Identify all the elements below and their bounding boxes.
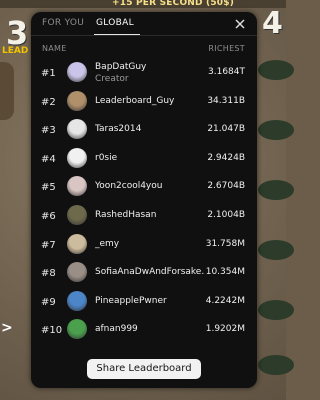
leaderboard-row[interactable]: #9 PineapplePwner 4.2242M bbox=[31, 289, 257, 317]
column-header-name: NAME bbox=[42, 44, 67, 53]
rank-label: #5 bbox=[41, 182, 56, 194]
leaderboard-tabs: FOR YOU GLOBAL bbox=[31, 12, 257, 36]
richest-value: 21.047B bbox=[207, 124, 245, 135]
rank-label: #10 bbox=[41, 325, 63, 337]
bush-shape bbox=[258, 300, 294, 320]
rank-label: #7 bbox=[41, 239, 56, 251]
leaderboard-sign-fragment: LEAD bbox=[2, 46, 29, 56]
username: Taras2014 bbox=[95, 124, 142, 135]
score-digit-right: 4 bbox=[262, 6, 283, 41]
username: RashedHasan bbox=[95, 210, 157, 220]
bush-shape bbox=[258, 240, 294, 260]
username: BapDatGuy bbox=[95, 62, 147, 72]
photo-avatar-icon bbox=[67, 262, 87, 283]
leaderboard-row[interactable]: #3 Taras2014 21.047B bbox=[31, 117, 257, 145]
tab-global[interactable]: GLOBAL bbox=[96, 18, 134, 28]
username: SofiaAnaDwAndForsake... bbox=[95, 267, 205, 278]
photo-avatar-icon bbox=[67, 319, 87, 340]
rank-label: #4 bbox=[41, 153, 56, 165]
richest-value: 3.1684T bbox=[208, 67, 245, 77]
bush-shape bbox=[258, 180, 294, 200]
rank-label: #3 bbox=[41, 125, 56, 137]
username: Leaderboard_Guy bbox=[95, 95, 175, 106]
close-icon[interactable] bbox=[233, 17, 247, 31]
tab-for-you[interactable]: FOR YOU bbox=[42, 18, 84, 28]
tree-trunk bbox=[0, 62, 14, 120]
leaderboard-modal: FOR YOU GLOBAL NAME RICHEST #1 BapDatGuy C… bbox=[31, 12, 257, 388]
leaderboard-row[interactable]: #2 Leaderboard_Guy 34.311B bbox=[31, 89, 257, 117]
richest-value: 2.1004B bbox=[207, 210, 245, 220]
user-role: Creator bbox=[95, 74, 129, 84]
rank-label: #9 bbox=[41, 296, 56, 308]
richest-value: 4.2242M bbox=[205, 295, 245, 306]
richest-value: 1.9202M bbox=[205, 324, 245, 335]
rank-label: #6 bbox=[41, 211, 56, 222]
leaderboard-row[interactable]: #5 Yoon2cool4you 2.6704B bbox=[31, 174, 257, 202]
rank-label: #1 bbox=[41, 68, 56, 79]
rank-label: #8 bbox=[41, 268, 56, 280]
bw-avatar-icon bbox=[67, 147, 87, 168]
mask-avatar-icon bbox=[67, 119, 87, 140]
richest-value: 10.354M bbox=[205, 267, 245, 278]
richest-value: 34.311B bbox=[207, 95, 245, 106]
swirl-avatar-icon bbox=[67, 62, 87, 82]
column-header-richest: RICHEST bbox=[208, 44, 245, 53]
leaderboard-row[interactable]: #7 _emy 31.758M bbox=[31, 232, 257, 260]
photo-avatar-icon bbox=[67, 233, 87, 254]
username: afnan999 bbox=[95, 324, 138, 335]
rank-label: #2 bbox=[41, 96, 56, 108]
leaderboard-row[interactable]: #10 afnan999 1.9202M bbox=[31, 317, 257, 345]
tabs-divider bbox=[31, 35, 257, 36]
photo-avatar-icon bbox=[67, 90, 87, 111]
chevron-right-icon: > bbox=[1, 320, 13, 336]
leaderboard-row[interactable]: #4 r0sie 2.9424B bbox=[31, 146, 257, 174]
bush-shape bbox=[258, 60, 294, 80]
photo-avatar-icon bbox=[67, 290, 87, 311]
username: _emy bbox=[95, 238, 120, 249]
richest-value: 2.6704B bbox=[207, 181, 245, 192]
photo-avatar-icon bbox=[67, 176, 87, 197]
bush-shape bbox=[258, 120, 294, 140]
bush-shape bbox=[258, 355, 294, 375]
username: r0sie bbox=[95, 152, 118, 163]
photo-avatar-icon bbox=[67, 205, 87, 225]
leaderboard-row[interactable]: #6 RashedHasan 2.1004B bbox=[31, 203, 257, 231]
richest-value: 2.9424B bbox=[207, 152, 245, 163]
leaderboard-row[interactable]: #1 BapDatGuy Creator 3.1684T bbox=[31, 60, 257, 88]
leaderboard-row[interactable]: #8 SofiaAnaDwAndForsake... 10.354M bbox=[31, 260, 257, 288]
username: Yoon2cool4you bbox=[95, 181, 163, 192]
share-leaderboard-button[interactable]: Share Leaderboard bbox=[87, 359, 201, 379]
username: PineapplePwner bbox=[95, 295, 167, 306]
richest-value: 31.758M bbox=[205, 238, 245, 249]
per-second-text: +15 PER SECOND (50$) bbox=[112, 0, 235, 8]
